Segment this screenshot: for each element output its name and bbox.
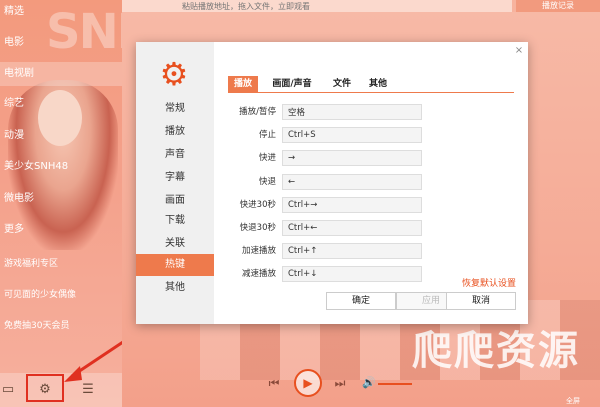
- hotkey-input-slow-down[interactable]: [282, 266, 422, 282]
- tab-other[interactable]: 其他: [366, 76, 390, 92]
- settings-gear-icon: ⚙: [159, 55, 189, 93]
- cancel-button[interactable]: 取消: [446, 292, 516, 310]
- settings-nav-other[interactable]: 其他: [136, 277, 214, 299]
- hotkey-input-stop[interactable]: [282, 127, 422, 143]
- hotkey-input-forward-30s[interactable]: [282, 197, 422, 213]
- hotkey-label: 快退: [258, 177, 276, 187]
- hotkey-label: 快进: [258, 153, 276, 163]
- hotkey-input-play-pause[interactable]: [282, 104, 422, 120]
- hotkey-label: 播放/暂停: [239, 107, 276, 117]
- history-button[interactable]: 播放记录: [516, 0, 600, 12]
- fullscreen-button[interactable]: 全屏: [566, 396, 580, 406]
- hotkey-input-rewind[interactable]: [282, 174, 422, 190]
- play-button[interactable]: ▶: [294, 369, 322, 397]
- sidebar-item-game-zone[interactable]: 游戏福利专区: [0, 252, 122, 276]
- gear-highlight-box: [26, 374, 64, 402]
- settings-nav-playback[interactable]: 播放: [136, 121, 214, 143]
- sidebar-item-more[interactable]: 更多: [0, 218, 122, 242]
- hotkey-label: 快进30秒: [239, 200, 276, 210]
- hotkey-input-forward[interactable]: [282, 150, 422, 166]
- settings-nav-sound[interactable]: 声音: [136, 144, 214, 166]
- hotkey-input-rewind-30s[interactable]: [282, 220, 422, 236]
- settings-nav: ⚙ 常规 播放 声音 字幕 画面 下载 关联 热键 其他: [136, 42, 214, 324]
- sidebar-item-idols[interactable]: 可见面的少女偶像: [0, 283, 122, 307]
- tab-file[interactable]: 文件: [330, 76, 354, 92]
- hotkey-label: 减速播放: [241, 269, 276, 279]
- hotkey-input-speed-up[interactable]: [282, 243, 422, 259]
- prev-icon[interactable]: ⏮: [264, 373, 284, 393]
- sidebar-item-anime[interactable]: 动漫: [0, 124, 122, 148]
- hotkey-label: 停止: [258, 130, 276, 140]
- site-watermark: 爬爬资源: [412, 328, 580, 374]
- sidebar-item-variety[interactable]: 综艺: [0, 92, 122, 116]
- sidebar-item-tv[interactable]: 电视剧: [0, 62, 122, 86]
- ok-button[interactable]: 确定: [326, 292, 396, 310]
- tab-playback[interactable]: 播放: [228, 76, 258, 92]
- annotation-arrow: [64, 338, 127, 382]
- tab-underline: [228, 92, 514, 93]
- sidebar-item-snh48[interactable]: 美少女SNH48: [0, 155, 122, 179]
- sidebar-item-movies[interactable]: 电影: [0, 31, 122, 55]
- settings-nav-subtitle[interactable]: 字幕: [136, 167, 214, 189]
- restore-defaults-link[interactable]: 恢复默认设置: [462, 276, 516, 289]
- settings-nav-download[interactable]: 下载: [136, 210, 214, 232]
- volume-slider[interactable]: [378, 383, 412, 385]
- hotkey-label: 加速播放: [241, 246, 276, 256]
- settings-nav-picture[interactable]: 画面: [136, 190, 214, 212]
- url-input[interactable]: [122, 0, 512, 12]
- settings-nav-hotkeys[interactable]: 热键: [136, 254, 214, 276]
- close-icon[interactable]: ×: [514, 46, 524, 56]
- sidebar-item-micro-film[interactable]: 微电影: [0, 187, 122, 211]
- volume-icon[interactable]: 🔊: [362, 376, 376, 389]
- settings-nav-association[interactable]: 关联: [136, 233, 214, 255]
- next-icon[interactable]: ⏭: [330, 373, 350, 393]
- hotkey-label: 快退30秒: [239, 223, 276, 233]
- folder-icon[interactable]: ▭: [0, 382, 16, 398]
- settings-dialog: ⚙ 常规 播放 声音 字幕 画面 下载 关联 热键 其他 × 播放 画面/声音 …: [136, 42, 528, 324]
- sidebar-item-featured[interactable]: 精选: [0, 0, 122, 24]
- sidebar-item-free-vip[interactable]: 免费抽30天会员: [0, 314, 122, 338]
- settings-nav-general[interactable]: 常规: [136, 98, 214, 120]
- tab-picture-sound[interactable]: 画面/声音: [270, 76, 314, 92]
